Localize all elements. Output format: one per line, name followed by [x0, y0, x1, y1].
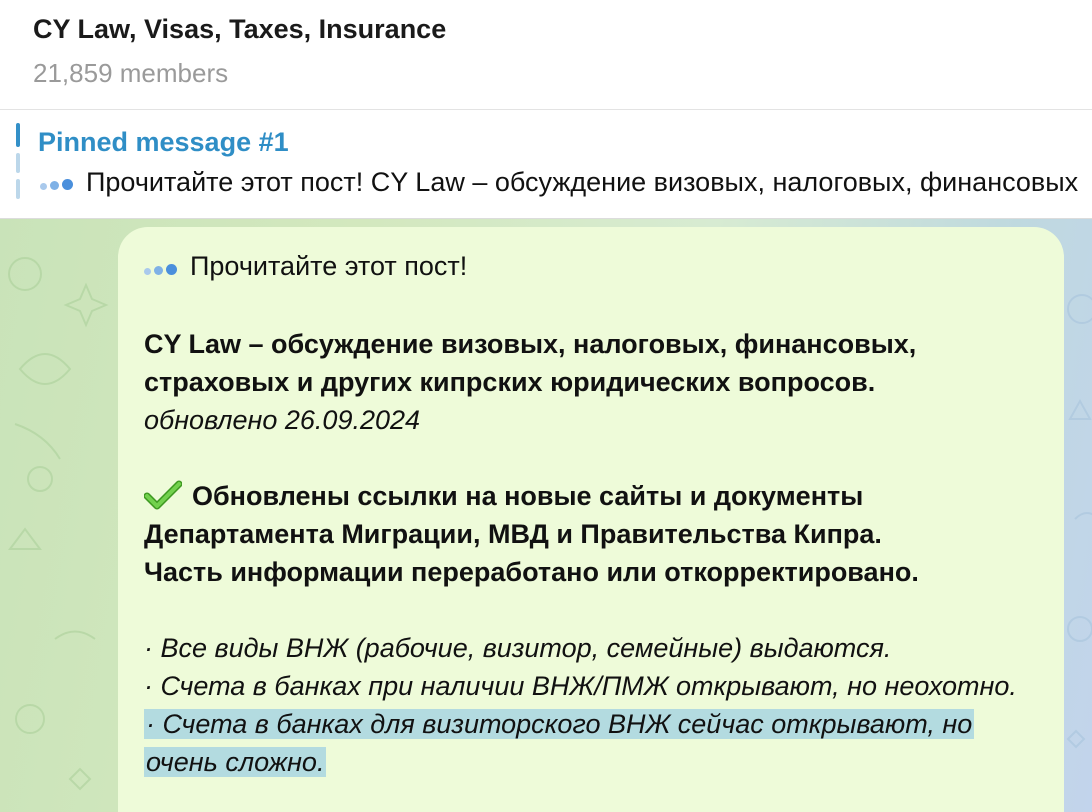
message-update-text: Обновлены ссылки на новые сайты и докуме…: [192, 480, 864, 511]
message-updated-date: обновлено 26.09.2024: [144, 404, 421, 435]
message-update-line: Обновлены ссылки на новые сайты и докуме…: [144, 477, 1038, 515]
message-bullet: · Все виды ВНЖ (рабочие, визитор, семейн…: [144, 632, 892, 663]
chat-area[interactable]: Прочитайте этот пост! CY Law – обсуждени…: [0, 219, 1092, 812]
message-update-text: Департамента Миграции, МВД и Правительст…: [144, 518, 882, 549]
check-mark-icon: [144, 480, 182, 510]
pinned-preview: Прочитайте этот пост! CY Law – обсуждени…: [40, 167, 1078, 199]
message-update-text: Часть информации переработано или откорр…: [144, 556, 919, 587]
message-headline: страховых и других кипрских юридических …: [144, 366, 876, 397]
chat-header[interactable]: CY Law, Visas, Taxes, Insurance 21,859 m…: [0, 0, 1092, 110]
pinned-indicator-segment: [16, 153, 20, 173]
selected-text[interactable]: · Счета в банках для визиторского ВНЖ се…: [144, 708, 975, 739]
chat-title[interactable]: CY Law, Visas, Taxes, Insurance: [33, 14, 446, 45]
message-bubble[interactable]: Прочитайте этот пост! CY Law – обсуждени…: [118, 227, 1064, 812]
member-count: 21,859 members: [33, 58, 229, 88]
message-bullet-highlighted[interactable]: · Счета в банках для визиторского ВНЖ се…: [144, 705, 1038, 743]
pinned-title: Pinned message #1: [38, 127, 289, 157]
message-bullet: · Счета в банках при наличии ВНЖ/ПМЖ отк…: [144, 670, 1017, 701]
message-headline: CY Law – обсуждение визовых, налоговых, …: [144, 328, 917, 359]
pinned-indicator-active: [16, 123, 20, 147]
pinned-preview-text: Прочитайте этот пост! CY Law – обсуждени…: [86, 167, 1079, 197]
pinned-message-bar[interactable]: Pinned message #1 Прочитайте этот пост! …: [0, 111, 1092, 219]
dots-icon: [40, 166, 76, 197]
message-bullet-highlighted[interactable]: очень сложно.: [144, 743, 1038, 781]
message-intro-line: Прочитайте этот пост!: [144, 247, 1038, 287]
pinned-indicator-segment: [16, 179, 20, 199]
selected-text[interactable]: очень сложно.: [144, 746, 327, 777]
message-intro: Прочитайте этот пост!: [190, 251, 468, 281]
pinned-position-indicator: [16, 123, 20, 205]
dots-icon: [144, 247, 180, 285]
